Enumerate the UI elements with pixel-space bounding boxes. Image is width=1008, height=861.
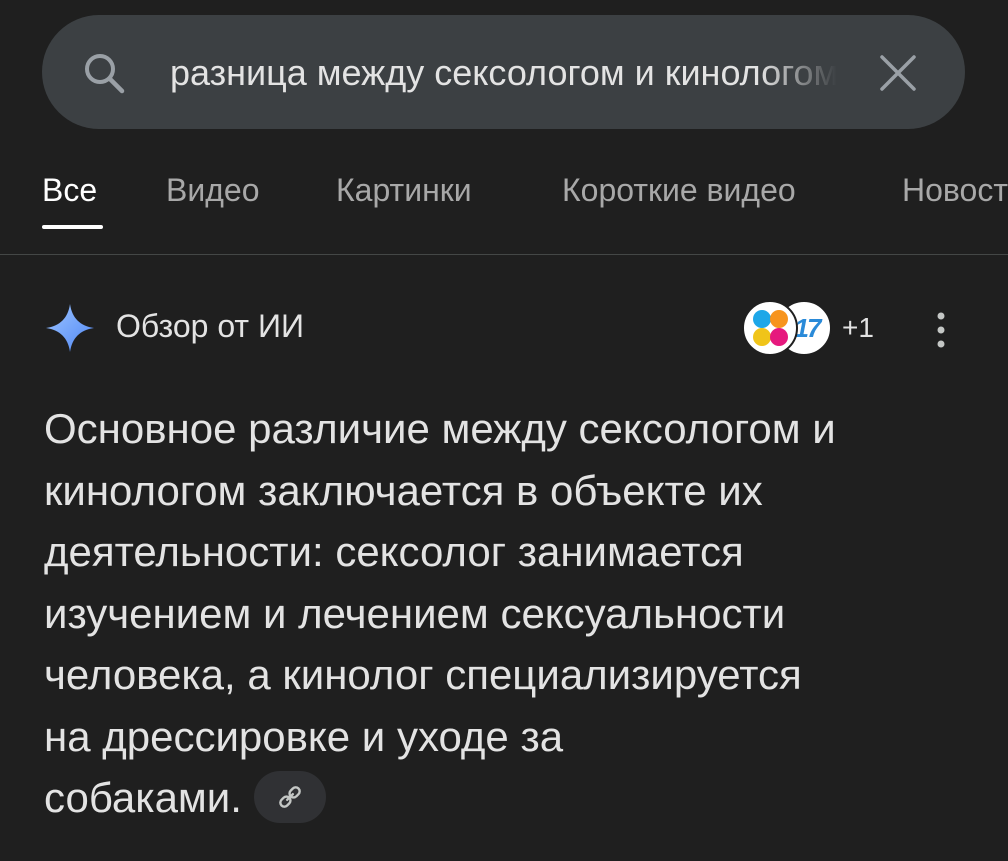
source-favicon-dots	[742, 300, 798, 356]
answer-line: кинологом заключается в объекте их	[44, 466, 763, 514]
colorful-dots-icon	[753, 310, 788, 346]
ai-overview-answer: Основное различие между сексологом и кин…	[44, 398, 974, 829]
sparkle-icon	[46, 304, 94, 352]
answer-line: Основное различие между сексологом и	[44, 405, 836, 452]
search-icon[interactable]	[80, 49, 128, 97]
tab-all[interactable]: Все	[42, 172, 97, 209]
source-favicons[interactable]: 17	[742, 300, 834, 356]
tab-images[interactable]: Картинки	[336, 172, 472, 209]
more-sources-count[interactable]: +1	[842, 312, 874, 344]
ai-overview-header: Обзор от ИИ 17 +1	[0, 290, 1008, 370]
answer-line-text: собаками.	[44, 774, 242, 821]
active-tab-indicator	[42, 225, 103, 229]
source-link-button[interactable]	[253, 770, 326, 823]
answer-line: деятельности: сексолог занимается	[44, 528, 744, 575]
search-input[interactable]	[170, 48, 848, 98]
search-tabs: Все Видео Картинки Короткие видео Новост…	[0, 160, 1008, 255]
answer-line: человека, а кинолог специализируется	[44, 651, 802, 698]
close-icon[interactable]	[876, 51, 920, 95]
ai-overview-title: Обзор от ИИ	[116, 308, 304, 344]
answer-last-line: собаками.	[44, 767, 974, 829]
answer-line: на дрессировке и уходе за	[44, 712, 564, 760]
tab-news[interactable]: Новости	[902, 172, 1008, 209]
more-vert-icon[interactable]	[926, 308, 956, 352]
tab-video[interactable]: Видео	[166, 172, 259, 209]
link-icon	[279, 786, 301, 808]
tab-short-videos[interactable]: Короткие видео	[562, 172, 796, 209]
answer-line: изучением и лечением сексуальности	[44, 589, 786, 637]
